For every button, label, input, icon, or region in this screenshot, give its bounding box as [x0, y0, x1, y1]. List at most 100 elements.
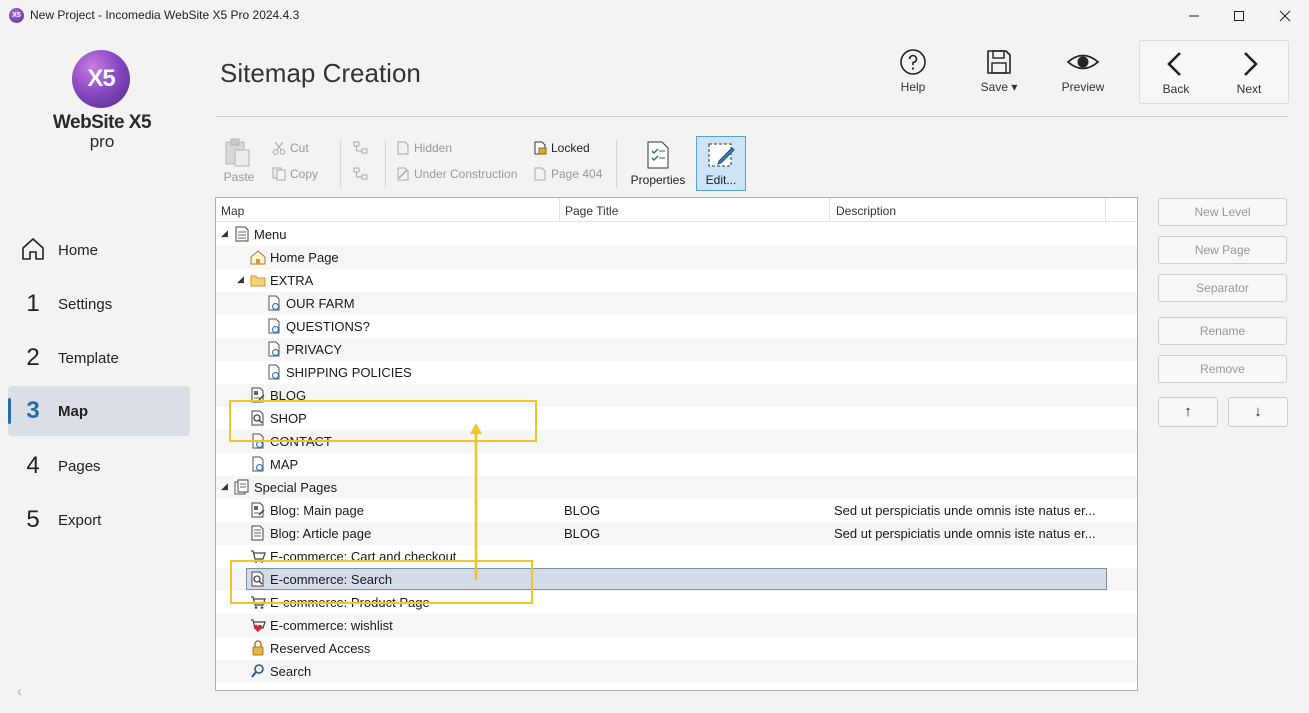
page-icon: [268, 295, 280, 311]
page404-label: Page 404: [551, 167, 603, 181]
edit-button[interactable]: Edit...: [696, 136, 746, 191]
annotation-arrow-icon: [470, 423, 482, 580]
cut-button[interactable]: Cut: [272, 141, 309, 155]
minimize-icon[interactable]: [1171, 0, 1217, 32]
tree-row[interactable]: MAP: [216, 453, 1137, 476]
expand-toggle-icon[interactable]: ◢: [221, 481, 228, 492]
help-button[interactable]: Help: [878, 48, 948, 94]
toolbar-separator: [385, 140, 386, 188]
copy-label: Copy: [290, 167, 319, 181]
tree-row[interactable]: Search: [216, 660, 1137, 683]
home-icon: [8, 232, 58, 269]
properties-icon: [647, 141, 669, 169]
page404-icon: [534, 167, 546, 181]
tree-row[interactable]: Blog: Main page BLOG Sed ut perspiciatis u…: [216, 499, 1137, 522]
highlight-box-search: [230, 560, 533, 604]
locked-label: Locked: [551, 141, 590, 155]
collapse-sidebar-icon[interactable]: ‹: [17, 683, 22, 699]
nav-label: Pages: [58, 457, 101, 475]
copy-button[interactable]: Copy: [272, 167, 318, 181]
column-description[interactable]: Description: [836, 204, 896, 218]
nav-number: 4: [26, 452, 40, 479]
tree-row[interactable]: ◢ Menu: [216, 223, 1137, 246]
hidden-button[interactable]: Hidden: [396, 141, 452, 155]
tree-row[interactable]: SHIPPING POLICIES: [216, 361, 1137, 384]
sidebar: X5 WebSite X5 pro Home 1 Settings 2 Temp…: [0, 32, 200, 713]
blog-page-icon: [251, 502, 265, 518]
nav-settings[interactable]: 1 Settings: [8, 279, 190, 329]
page404-button[interactable]: Page 404: [533, 167, 602, 181]
rename-button[interactable]: Rename: [1158, 317, 1287, 345]
hidden-label: Hidden: [414, 141, 453, 155]
properties-button[interactable]: Properties: [625, 137, 691, 189]
toolbar-separator: [340, 140, 341, 188]
column-page-title[interactable]: Page Title: [565, 204, 618, 218]
tree-row[interactable]: Blog: Article page BLOG Sed ut perspiciati…: [216, 522, 1137, 545]
back-button[interactable]: Back: [1141, 50, 1211, 96]
tree-row[interactable]: E-commerce: wishlist: [216, 614, 1137, 637]
folder-icon: [250, 275, 266, 287]
separator-button[interactable]: Separator: [1158, 274, 1287, 302]
nav-map[interactable]: 3 Map: [8, 386, 190, 436]
nav-number: 2: [26, 344, 40, 371]
column-map[interactable]: Map: [221, 204, 244, 218]
window-title: New Project - Incomedia WebSite X5 Pro 2…: [30, 8, 300, 22]
nav-export[interactable]: 5 Export: [8, 495, 190, 545]
help-icon: [900, 49, 926, 75]
row-description: Sed ut perspiciatis unde omnis iste natu…: [834, 503, 1096, 518]
tree-row[interactable]: ◢ Special Pages: [216, 476, 1137, 499]
paste-label: Paste: [223, 170, 255, 184]
row-label: SHIPPING POLICIES: [286, 365, 412, 380]
locked-page-icon: [534, 141, 547, 155]
tree-row[interactable]: OUR FARM: [216, 292, 1137, 315]
maximize-icon[interactable]: [1216, 0, 1262, 32]
tree-row[interactable]: Reserved Access: [216, 637, 1137, 660]
column-divider[interactable]: [829, 198, 830, 222]
scissors-icon: [272, 141, 286, 155]
properties-label: Properties: [630, 173, 686, 187]
expand-toggle-icon[interactable]: ◢: [237, 274, 244, 285]
nav-pages[interactable]: 4 Pages: [8, 441, 190, 491]
page-icon: [268, 341, 280, 357]
next-button[interactable]: Next: [1214, 50, 1284, 96]
hidden-page-icon: [397, 141, 409, 155]
tree-row[interactable]: Home Page: [216, 246, 1137, 269]
indent-button[interactable]: [353, 141, 375, 155]
sitemap-tree[interactable]: Map Page Title Description ◢ Menu Home Pag…: [215, 197, 1138, 691]
special-pages-icon: [234, 479, 249, 495]
new-level-button[interactable]: New Level: [1158, 198, 1287, 226]
edit-icon: [708, 143, 735, 167]
remove-button[interactable]: Remove: [1158, 355, 1287, 383]
preview-button[interactable]: Preview: [1048, 48, 1118, 94]
expand-toggle-icon[interactable]: ◢: [221, 228, 228, 239]
page-title: Sitemap Creation: [220, 58, 421, 88]
row-label: E-commerce: wishlist: [270, 618, 393, 633]
close-icon[interactable]: [1262, 0, 1308, 32]
column-divider[interactable]: [1105, 198, 1106, 222]
move-down-button[interactable]: ↓: [1228, 397, 1288, 427]
row-label: QUESTIONS?: [286, 319, 370, 334]
row-label: OUR FARM: [286, 296, 355, 311]
nav-number: 5: [26, 506, 40, 533]
next-label: Next: [1236, 82, 1262, 96]
cut-label: Cut: [290, 141, 309, 155]
nav-template[interactable]: 2 Template: [8, 333, 190, 383]
under-construction-button[interactable]: Under Construction: [396, 167, 517, 181]
nav-label: Map: [58, 402, 88, 420]
paste-icon: [225, 138, 250, 167]
outdent-button[interactable]: [353, 167, 375, 181]
nav-home[interactable]: Home: [8, 225, 190, 275]
move-up-button[interactable]: ↑: [1158, 397, 1218, 427]
tree-row[interactable]: ◢ EXTRA: [216, 269, 1137, 292]
save-label: Save ▾: [980, 80, 1018, 94]
toolbar-separator: [616, 140, 617, 188]
save-button[interactable]: Save ▾: [964, 48, 1034, 94]
new-page-button[interactable]: New Page: [1158, 236, 1287, 264]
tree-row[interactable]: PRIVACY: [216, 338, 1137, 361]
locked-button[interactable]: Locked: [533, 141, 590, 155]
search-icon: [251, 664, 264, 678]
column-divider[interactable]: [559, 198, 560, 222]
paste-button[interactable]: Paste: [223, 138, 255, 184]
wishlist-icon: [251, 619, 266, 632]
tree-row[interactable]: QUESTIONS?: [216, 315, 1137, 338]
